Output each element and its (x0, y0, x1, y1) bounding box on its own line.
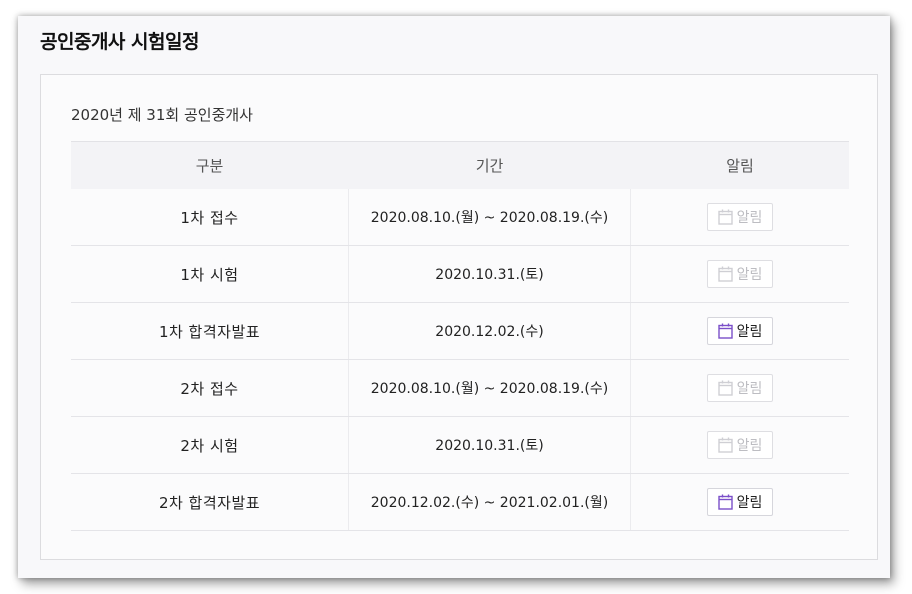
exam-title: 2020년 제 31회 공인중개사 (71, 106, 253, 124)
header-period: 기간 (475, 157, 504, 175)
row-period: 2020.10.31.(토) (348, 417, 631, 473)
alarm-label: 알림 (736, 267, 763, 283)
schedule-table: 구분 기간 알림 1차 접수 2020.08.10.(월) ~ 2020.08.… (71, 141, 849, 531)
table-header: 구분 기간 알림 (71, 142, 849, 189)
schedule-card: 공인중개사 시험일정 2020년 제 31회 공인중개사 구분 기간 알림 1차… (18, 16, 890, 578)
header-alarm: 알림 (726, 157, 754, 175)
alarm-button[interactable]: 알림 (707, 260, 773, 288)
table-row: 1차 합격자발표 2020.12.02.(수) 알림 (71, 303, 849, 360)
row-period: 2020.08.10.(월) ~ 2020.08.19.(수) (348, 360, 631, 416)
calendar-icon (717, 494, 733, 510)
alarm-label: 알림 (736, 381, 763, 397)
table-row: 1차 시험 2020.10.31.(토) 알림 (71, 246, 849, 303)
table-row: 2차 접수 2020.08.10.(월) ~ 2020.08.19.(수) 알림 (71, 360, 849, 417)
alarm-label: 알림 (736, 495, 763, 511)
alarm-button[interactable]: 알림 (707, 431, 773, 459)
row-period: 2020.08.10.(월) ~ 2020.08.19.(수) (348, 189, 631, 245)
alarm-button[interactable]: 알림 (707, 317, 773, 345)
alarm-button[interactable]: 알림 (707, 374, 773, 402)
row-category: 1차 시험 (180, 265, 239, 284)
alarm-label: 알림 (736, 438, 763, 454)
header-category: 구분 (195, 157, 224, 175)
calendar-icon (717, 437, 733, 453)
exam-panel: 2020년 제 31회 공인중개사 구분 기간 알림 1차 접수 2020.08… (40, 74, 878, 560)
row-category: 2차 시험 (180, 436, 239, 455)
row-category: 2차 합격자발표 (158, 493, 261, 512)
calendar-icon (717, 266, 733, 282)
calendar-icon (717, 380, 733, 396)
table-row: 2차 시험 2020.10.31.(토) 알림 (71, 417, 849, 474)
row-category: 1차 접수 (180, 208, 239, 227)
alarm-label: 알림 (736, 324, 763, 340)
calendar-icon (717, 323, 733, 339)
alarm-label: 알림 (736, 210, 763, 226)
alarm-button[interactable]: 알림 (707, 488, 773, 516)
row-period: 2020.12.02.(수) ~ 2021.02.01.(월) (348, 474, 631, 530)
calendar-icon (717, 209, 733, 225)
row-period: 2020.10.31.(토) (348, 246, 631, 302)
row-category: 1차 합격자발표 (158, 322, 261, 341)
alarm-button[interactable]: 알림 (707, 203, 773, 231)
page-title: 공인중개사 시험일정 (40, 31, 199, 53)
row-category: 2차 접수 (180, 379, 239, 398)
table-row: 1차 접수 2020.08.10.(월) ~ 2020.08.19.(수) 알림 (71, 189, 849, 246)
row-period: 2020.12.02.(수) (348, 303, 631, 359)
table-row: 2차 합격자발표 2020.12.02.(수) ~ 2021.02.01.(월)… (71, 474, 849, 531)
